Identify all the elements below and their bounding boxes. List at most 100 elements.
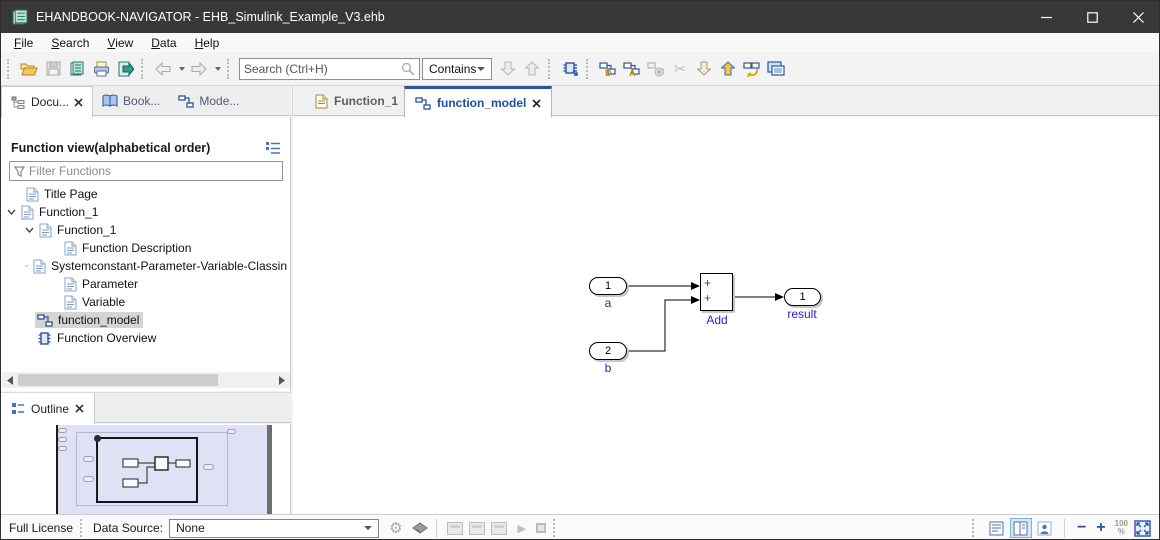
close-button[interactable] [1115, 1, 1159, 33]
measure-close-icon[interactable] [468, 521, 485, 535]
settings-gear-icon[interactable]: ⚙ [389, 519, 402, 537]
reload-model-button[interactable] [740, 57, 764, 81]
menu-search[interactable]: Search [42, 35, 98, 51]
zoom-reset-button[interactable]: 100 % [1115, 520, 1128, 536]
tab-function1-label: Function_1 [334, 94, 399, 108]
tree-item-variable[interactable]: Variable [64, 293, 125, 311]
tree-item-label: Title Page [44, 187, 98, 201]
hide-blocks-button[interactable] [644, 57, 668, 81]
tree-item-function1-child[interactable]: Function_1 [25, 221, 116, 239]
scroll-right-arrow[interactable] [274, 375, 290, 385]
cut-path-button[interactable]: ✂ [668, 57, 692, 81]
tree-item-function-overview[interactable]: Function Overview [37, 329, 156, 347]
data-source-dropdown[interactable]: None [169, 518, 380, 538]
previous-result-button[interactable] [520, 57, 544, 81]
tree-item-parameter[interactable]: Parameter [64, 275, 138, 293]
outport-result-block[interactable]: 1 [784, 288, 821, 306]
tree-item-label: Variable [82, 295, 126, 309]
chevron-down-icon [179, 66, 185, 71]
tree-item-title-page[interactable]: Title Page [26, 185, 98, 203]
save-icon [46, 61, 60, 76]
search-icon [401, 62, 415, 76]
start-measurement-icon[interactable]: ▶ [518, 522, 526, 535]
split-view-button[interactable] [1009, 518, 1032, 538]
stop-measurement-icon[interactable] [536, 523, 546, 533]
chevron-down-icon [215, 66, 221, 71]
tree-item-systemconstant[interactable]: Systemconstant-Parameter-Variable-Classi… [25, 257, 287, 275]
single-page-view-button[interactable] [986, 518, 1008, 538]
tab-models-label: Mode... [199, 94, 240, 108]
menu-help[interactable]: Help [186, 35, 229, 51]
show-annotations-button[interactable]: A [620, 57, 644, 81]
tab-models[interactable]: Mode... [169, 86, 248, 116]
maximize-button[interactable] [1069, 1, 1115, 33]
tab-bookmarks[interactable]: Book... [93, 86, 169, 116]
close-icon[interactable] [532, 98, 541, 108]
tree-item-function-description[interactable]: Function Description [64, 239, 191, 257]
close-icon[interactable] [74, 97, 83, 107]
zoom-out-button[interactable]: − [1072, 519, 1091, 537]
data-source-label: Data Source: [93, 521, 164, 535]
window-title: EHANDBOOK-NAVIGATOR - EHB_Simulink_Examp… [36, 10, 385, 24]
tree-horizontal-scrollbar[interactable] [2, 372, 290, 388]
chevron-expanded-icon[interactable] [25, 227, 34, 233]
expand-model-button[interactable] [558, 57, 582, 81]
back-button[interactable] [151, 57, 175, 81]
tab-outline[interactable]: Outline [1, 393, 96, 424]
tree-item-function-model[interactable]: function_model [35, 311, 144, 329]
ebook-button[interactable] [65, 57, 89, 81]
document-icon [21, 205, 34, 219]
tab-function-model[interactable]: function_model [404, 86, 553, 117]
open-file-button[interactable] [17, 57, 41, 81]
zoom-in-button[interactable]: + [1091, 519, 1110, 537]
up-arrow-icon [525, 61, 539, 76]
next-result-button[interactable] [496, 57, 520, 81]
database-icon[interactable] [411, 522, 429, 534]
chevron-expanded-icon[interactable] [7, 209, 16, 215]
search-mode-dropdown[interactable]: Contains [422, 57, 492, 80]
inport-a-block[interactable]: 1 [589, 277, 627, 295]
tree-item-label: Function_1 [39, 205, 99, 219]
print-button[interactable] [89, 57, 113, 81]
tab-documents[interactable]: Docu... [1, 86, 94, 117]
status-bar: Full License Data Source: None ⚙ ▶ − + 1… [1, 514, 1159, 539]
chip-expand-icon [563, 62, 578, 76]
back-history-dropdown[interactable] [175, 57, 187, 81]
ebook-icon [70, 61, 84, 75]
outline-scrollbar[interactable] [267, 425, 272, 514]
menu-data[interactable]: Data [142, 35, 185, 51]
save-button[interactable] [41, 57, 65, 81]
scroll-left-arrow[interactable] [2, 375, 18, 385]
measure-values-icon[interactable] [490, 521, 507, 535]
filter-input[interactable] [29, 164, 278, 178]
menu-view[interactable]: View [98, 35, 142, 51]
step-out-button[interactable] [716, 57, 740, 81]
minimize-button[interactable] [1023, 1, 1069, 33]
toolbar-drag-handle [7, 58, 14, 79]
toolbar-separator [586, 58, 593, 79]
forward-arrow-icon [191, 61, 207, 76]
forward-button[interactable] [187, 57, 211, 81]
fit-to-screen-button[interactable] [1134, 519, 1151, 537]
chevron-expanded-icon[interactable] [25, 263, 28, 269]
view-menu-icon[interactable] [265, 141, 281, 155]
close-icon[interactable] [75, 404, 84, 413]
open-in-window-button[interactable] [764, 57, 788, 81]
tab-function1[interactable]: Function_1 [303, 86, 410, 116]
export-ebook-button[interactable] [113, 57, 137, 81]
toolbar-separator [227, 58, 234, 79]
measure-window-icon[interactable] [446, 521, 463, 535]
show-data-labels-button[interactable]: D [596, 57, 620, 81]
add-block[interactable]: + + [700, 273, 733, 311]
search-input[interactable] [244, 61, 401, 76]
inport-b-block[interactable]: 2 [589, 342, 627, 360]
scrollbar-thumb[interactable] [18, 374, 218, 386]
forward-history-dropdown[interactable] [211, 57, 223, 81]
left-tab-strip: Docu... Book... Mode... [1, 86, 291, 117]
outline-port [58, 437, 67, 442]
step-into-button[interactable] [692, 57, 716, 81]
menu-file[interactable]: File [5, 35, 42, 51]
tree-item-function1[interactable]: Function_1 [7, 203, 98, 221]
detail-view-button[interactable] [1034, 518, 1056, 538]
tree-item-label: Function Overview [57, 331, 157, 345]
